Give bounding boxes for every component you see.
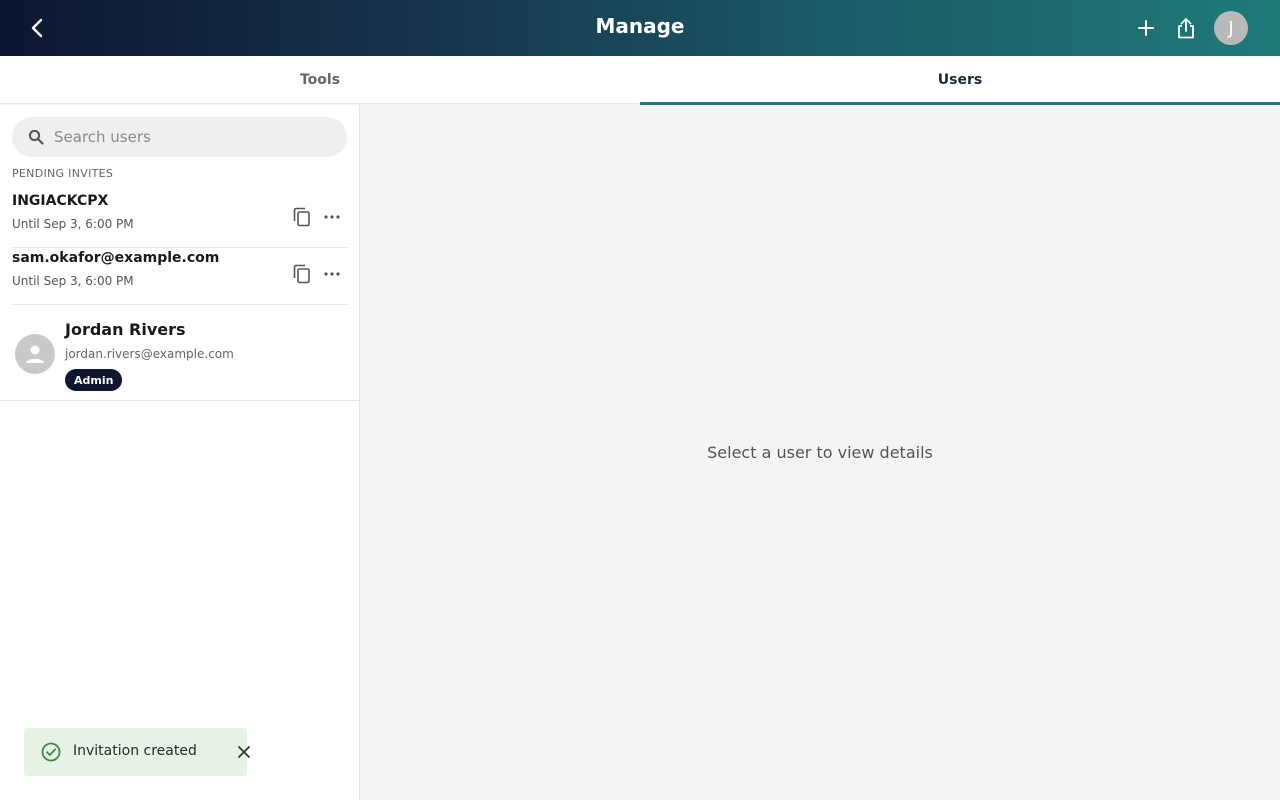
tab-tools[interactable]: Tools: [0, 56, 640, 104]
invite-expiry: Until Sep 3, 6:00 PM: [12, 274, 134, 288]
toast-message: Invitation created: [73, 743, 197, 759]
empty-state-message: Select a user to view details: [707, 443, 933, 462]
toast-close-button[interactable]: [236, 744, 252, 760]
user-list-item[interactable]: Jordan Rivers jordan.rivers@example.com …: [0, 305, 359, 401]
copy-icon: [293, 264, 310, 284]
user-email: jordan.rivers@example.com: [65, 347, 234, 361]
copy-invite-button[interactable]: [291, 205, 313, 229]
more-options-button[interactable]: [320, 207, 344, 227]
close-icon: [238, 746, 250, 758]
invite-row: sam.okafor@example.com Until Sep 3, 6:00…: [12, 248, 348, 305]
plus-icon: [1138, 20, 1154, 36]
search-input[interactable]: [54, 128, 314, 146]
invite-code: sam.okafor@example.com: [12, 250, 220, 266]
person-icon: [26, 345, 44, 363]
search-box: [12, 117, 347, 157]
role-badge: Admin: [65, 369, 123, 391]
page-title: Manage: [595, 14, 685, 38]
more-horizontal-icon: [324, 272, 340, 276]
check-circle-icon: [41, 742, 61, 762]
invite-code: INGIACKCPX: [12, 193, 109, 209]
tab-bar: Tools Users: [0, 56, 1280, 105]
chevron-left-icon: [31, 18, 43, 38]
copy-icon: [293, 207, 310, 227]
more-options-button[interactable]: [320, 264, 344, 284]
user-name: Jordan Rivers: [65, 320, 186, 339]
copy-invite-button[interactable]: [291, 262, 313, 286]
share-icon: [1178, 18, 1194, 39]
user-avatar-button[interactable]: J: [1214, 11, 1248, 45]
back-button[interactable]: [22, 13, 52, 43]
invite-expiry: Until Sep 3, 6:00 PM: [12, 217, 134, 231]
avatar: [15, 334, 55, 374]
share-button[interactable]: [1172, 13, 1200, 43]
invite-row: INGIACKCPX Until Sep 3, 6:00 PM: [12, 191, 348, 248]
users-sidebar: PENDING INVITES INGIACKCPX Until Sep 3, …: [0, 105, 360, 800]
pending-invites-label: PENDING INVITES: [12, 167, 114, 180]
more-horizontal-icon: [324, 215, 340, 219]
tab-users[interactable]: Users: [640, 56, 1280, 105]
app-bar: Manage J: [0, 0, 1280, 56]
search-icon: [28, 129, 44, 145]
add-button[interactable]: [1132, 14, 1160, 42]
toast-notification: Invitation created: [24, 728, 250, 776]
